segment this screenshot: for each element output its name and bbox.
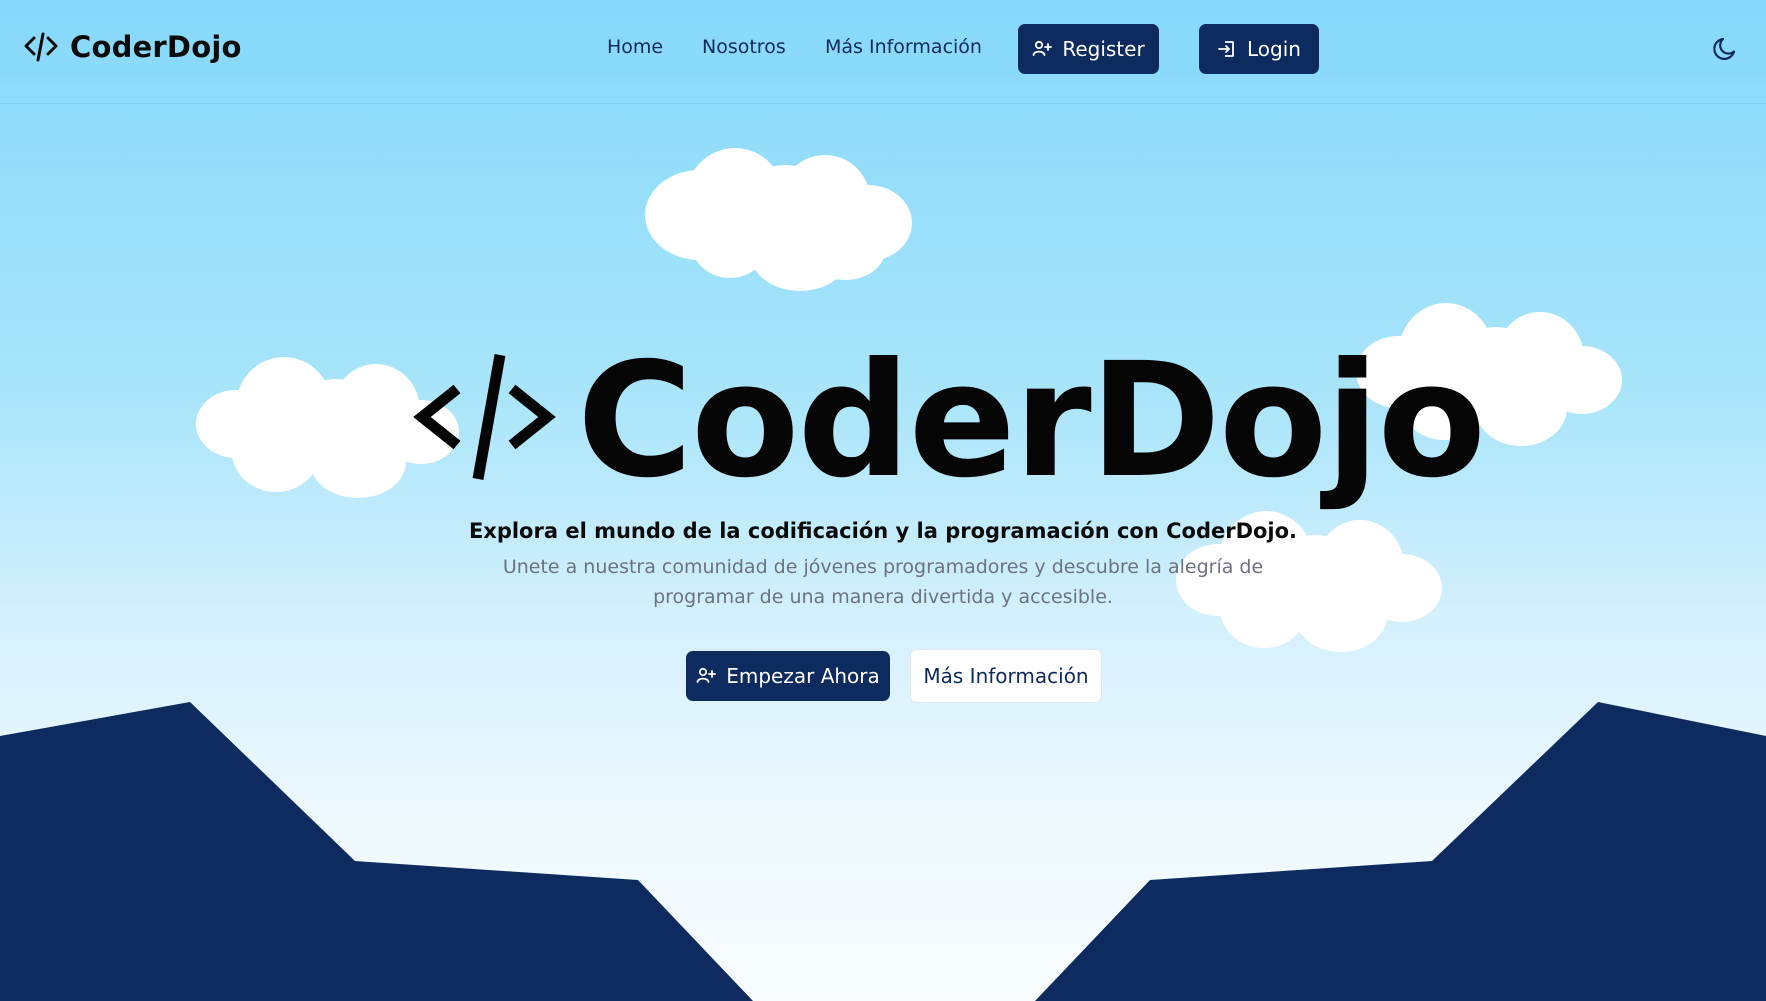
empezar-ahora-button[interactable]: Empezar Ahora xyxy=(686,651,890,701)
empezar-ahora-label: Empezar Ahora xyxy=(726,664,880,688)
user-plus-icon xyxy=(696,667,717,683)
main-nav: Home Nosotros Más Información Register L… xyxy=(0,24,1766,74)
login-button[interactable]: Login xyxy=(1199,24,1319,74)
hero-subtitle-line-2: programar de una manera divertida y acce… xyxy=(653,586,1113,608)
hero-logo: CoderDojo xyxy=(412,329,1486,515)
code-icon xyxy=(413,354,556,480)
mas-informacion-button[interactable]: Más Información xyxy=(910,649,1102,703)
register-label: Register xyxy=(1062,37,1145,61)
register-button[interactable]: Register xyxy=(1018,24,1159,74)
nav-mas-informacion[interactable]: Más Información xyxy=(825,36,982,58)
mas-informacion-label: Más Información xyxy=(923,664,1089,688)
hero-subtitle: Unete a nuestra comunidad de jóvenes pro… xyxy=(483,552,1283,612)
login-label: Login xyxy=(1247,37,1301,61)
mountain-right xyxy=(1035,702,1766,1001)
cloud-top xyxy=(645,148,912,291)
login-icon xyxy=(1218,41,1234,57)
hero-tagline: Explora el mundo de la codificación y la… xyxy=(468,519,1298,543)
hero-subtitle-line-1: Unete a nuestra comunidad de jóvenes pro… xyxy=(502,556,1264,578)
nav-home[interactable]: Home xyxy=(607,36,663,58)
mountain-left xyxy=(0,702,753,1001)
nav-nosotros[interactable]: Nosotros xyxy=(702,36,786,58)
user-plus-icon xyxy=(1032,40,1053,56)
landing-page: CoderDojo Home Nosotros Más Información … xyxy=(0,0,1766,1001)
moon-icon[interactable] xyxy=(1712,34,1740,62)
site-header: CoderDojo Home Nosotros Más Información … xyxy=(0,0,1766,104)
hero-title: CoderDojo xyxy=(577,329,1486,513)
